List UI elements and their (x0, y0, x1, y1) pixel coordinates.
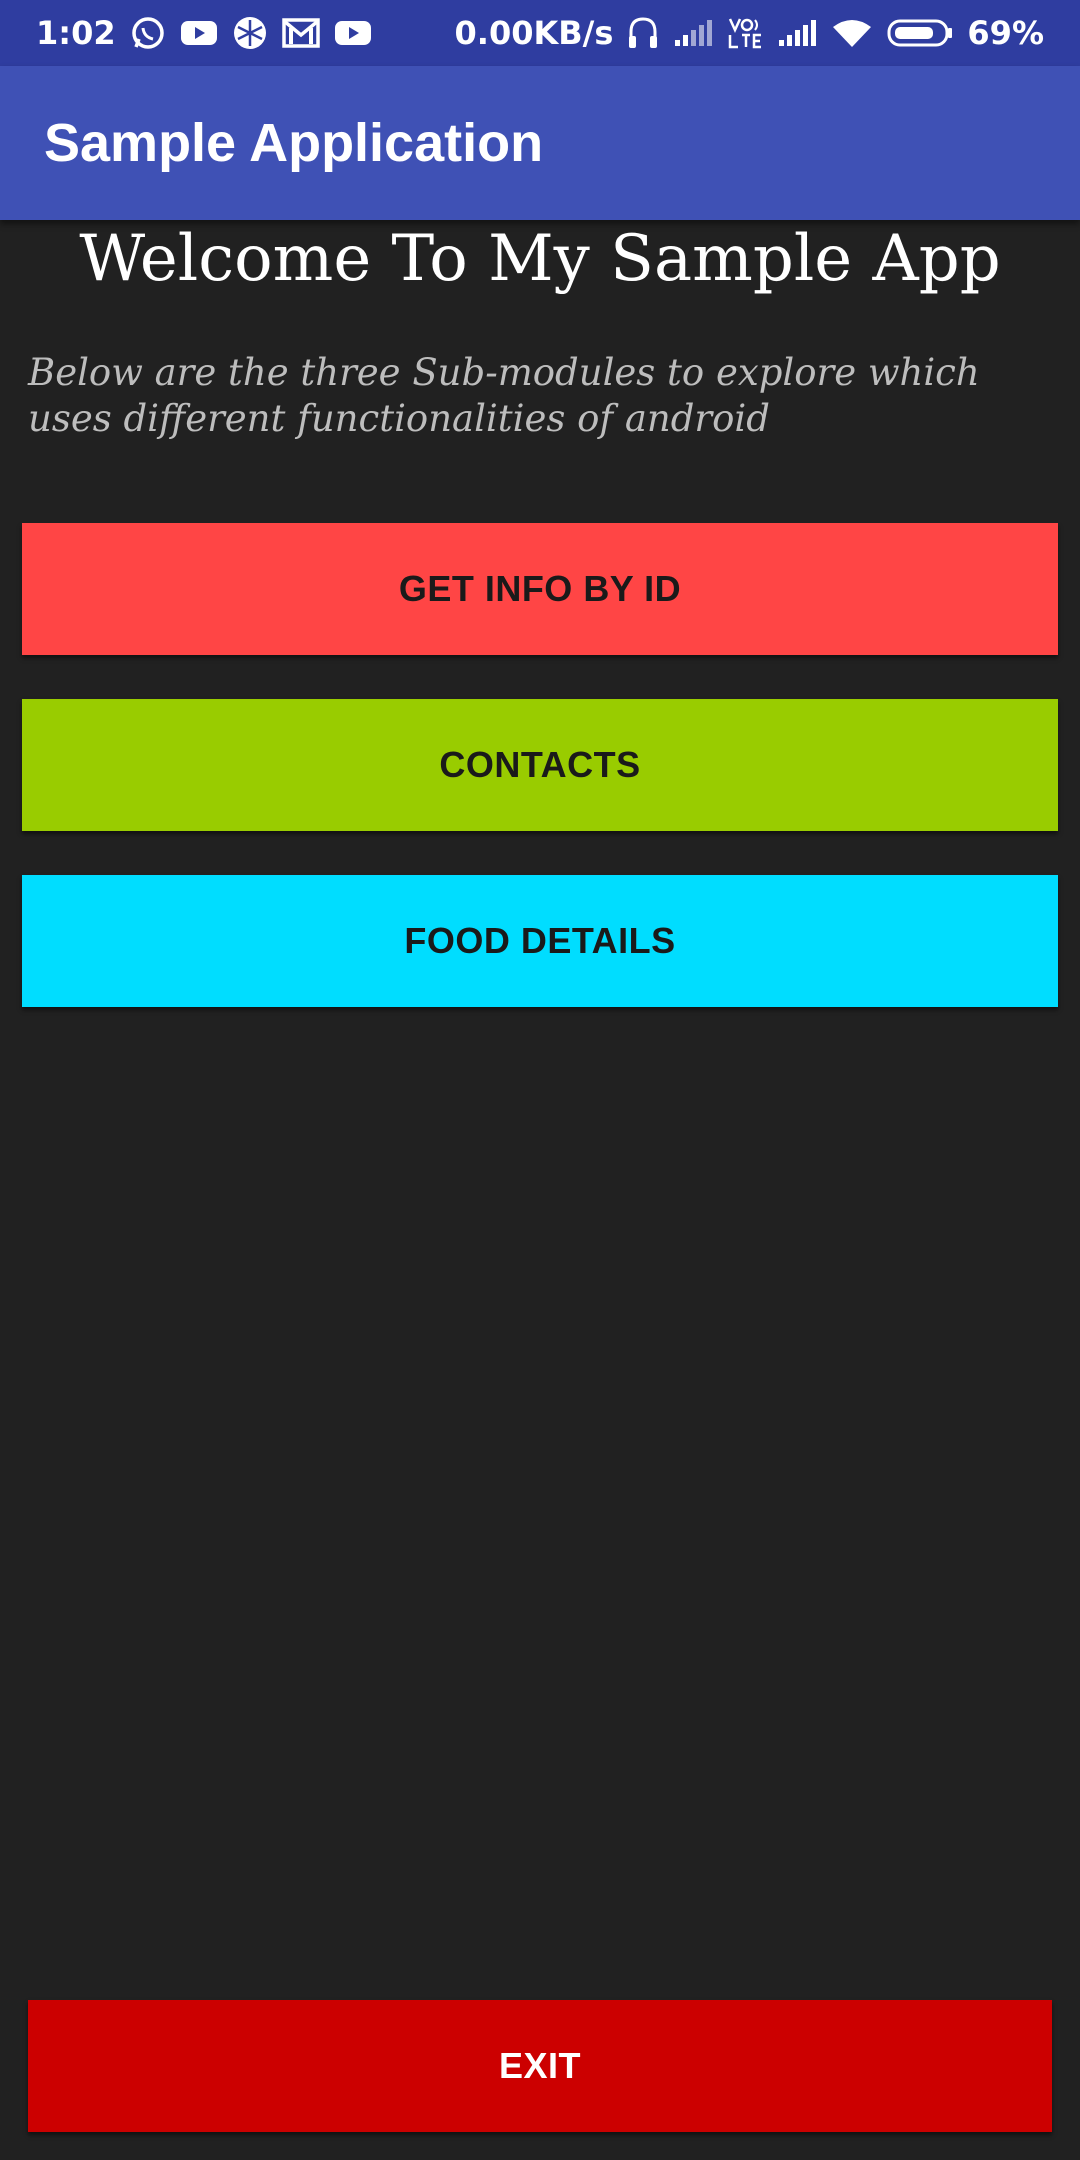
gmail-icon (281, 18, 320, 48)
battery-percent: 69% (967, 14, 1044, 52)
signal-icon (673, 18, 713, 48)
app-title: Sample Application (44, 113, 544, 173)
welcome-heading: Welcome To My Sample App (79, 222, 1001, 296)
wifi-icon (831, 17, 873, 49)
battery-icon (887, 18, 953, 48)
exit-button[interactable]: EXIT (28, 2000, 1052, 2132)
signal-icon (777, 18, 817, 48)
status-bar-right: 0.00KB/s 69% (455, 14, 1044, 52)
get-info-by-id-button[interactable]: GET INFO BY ID (22, 523, 1058, 655)
subtitle-text: Below are the three Sub-modules to explo… (28, 351, 980, 440)
app-bar: Sample Application (0, 66, 1080, 220)
status-bar: 1:02 0.00KB/s 69% (0, 0, 1080, 66)
whatsapp-icon (130, 15, 166, 51)
volte-icon (727, 16, 763, 50)
headset-icon (627, 16, 659, 50)
food-details-button[interactable]: FOOD DETAILS (22, 875, 1058, 1007)
status-time: 1:02 (36, 14, 116, 52)
app-icon (232, 15, 268, 51)
contacts-button[interactable]: CONTACTS (22, 699, 1058, 831)
youtube-icon (334, 19, 372, 47)
status-bar-left: 1:02 (36, 14, 372, 52)
youtube-icon (180, 19, 218, 47)
net-speed: 0.00KB/s (454, 14, 614, 52)
